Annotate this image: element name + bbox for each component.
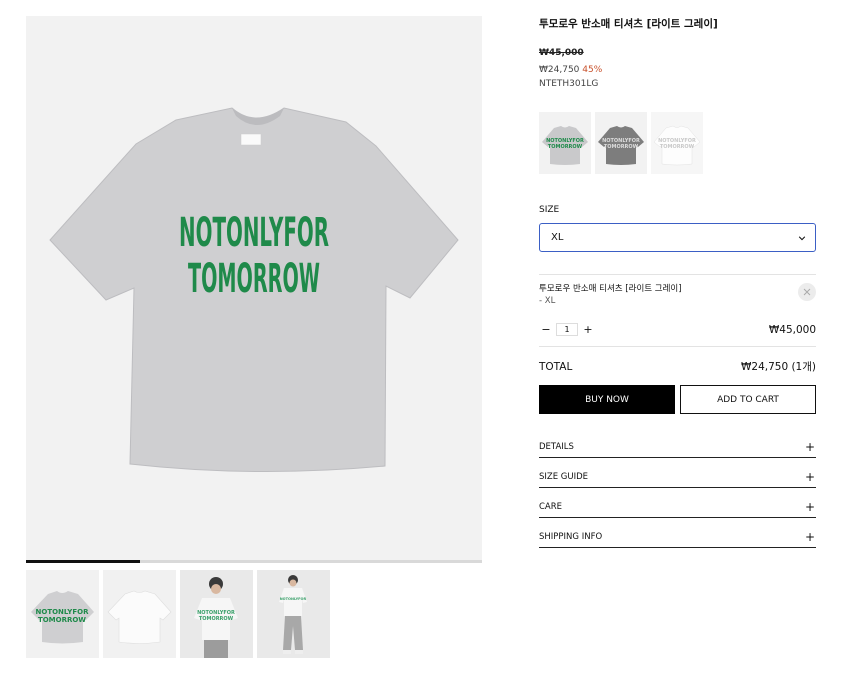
plus-icon: +: [804, 499, 815, 514]
tshirt-image: NOTONLYFOR TOMORROW: [26, 16, 482, 561]
quantity-input[interactable]: 1: [556, 323, 578, 336]
swatch-light-gray[interactable]: NOTONLYFOR TOMORROW: [539, 112, 591, 174]
size-label: SIZE: [539, 205, 560, 215]
product-sku: NTETH301LG: [539, 79, 599, 89]
divider: [539, 274, 816, 275]
total-section: TOTAL ₩24,750 (1개): [539, 346, 816, 374]
thumb-model-white[interactable]: NOTONLYFOR TOMORROW: [180, 570, 253, 658]
quantity-row: − 1 + ₩45,000: [539, 323, 816, 336]
buy-now-button[interactable]: BUY NOW: [539, 385, 675, 414]
accordion-label: CARE: [539, 501, 563, 512]
original-price: ₩45,000: [539, 48, 584, 58]
accordion-care[interactable]: CARE +: [539, 488, 816, 518]
increase-quantity-button[interactable]: +: [581, 323, 595, 336]
plus-icon: +: [804, 469, 815, 484]
total-value: ₩24,750 (1개): [741, 361, 816, 373]
svg-text:TOMORROW: TOMORROW: [660, 144, 695, 150]
svg-text:NOTONLYFOR: NOTONLYFOR: [36, 608, 90, 616]
info-accordion: DETAILS + SIZE GUIDE + CARE + SHIPPING I…: [539, 436, 816, 548]
sale-price: ₩24,750: [539, 65, 580, 75]
close-icon: [803, 288, 811, 296]
accordion-label: SIZE GUIDE: [539, 471, 589, 482]
selected-option-size: - XL: [539, 296, 556, 306]
thumb-back-white[interactable]: [103, 570, 176, 658]
print-line-1: NOTONLYFOR: [179, 210, 329, 256]
accordion-size-guide[interactable]: SIZE GUIDE +: [539, 458, 816, 488]
accordion-shipping-info[interactable]: SHIPPING INFO +: [539, 518, 816, 548]
main-product-image[interactable]: NOTONLYFOR TOMORROW: [26, 16, 482, 561]
plus-icon: +: [804, 529, 815, 544]
size-selected-value: XL: [551, 232, 564, 243]
selected-option-name: 투모로우 반소매 티셔츠 [라이트 그레이]: [539, 284, 682, 294]
line-price: ₩45,000: [768, 323, 816, 336]
gallery-progress-track: [26, 560, 482, 563]
svg-text:TOMORROW: TOMORROW: [199, 616, 234, 622]
swatch-white[interactable]: NOTONLYFOR TOMORROW: [651, 112, 703, 174]
total-label: TOTAL: [539, 360, 573, 373]
color-swatches: NOTONLYFOR TOMORROW NOTONLYFOR TOMORROW …: [539, 112, 816, 174]
gallery-progress-fill: [26, 560, 140, 563]
decrease-quantity-button[interactable]: −: [539, 323, 553, 336]
purchase-buttons: BUY NOW ADD TO CART: [539, 385, 816, 414]
svg-text:NOTONLYFOR: NOTONLYFOR: [280, 597, 307, 601]
chevron-down-icon: [798, 235, 806, 240]
accordion-label: SHIPPING INFO: [539, 531, 603, 542]
swatch-charcoal[interactable]: NOTONLYFOR TOMORROW: [595, 112, 647, 174]
total-row: TOTAL ₩24,750 (1개): [539, 347, 816, 374]
discount-rate: 45%: [582, 65, 603, 75]
svg-text:TOMORROW: TOMORROW: [548, 144, 583, 150]
product-title: 투모로우 반소매 티셔츠 [라이트 그레이]: [539, 18, 718, 30]
thumbnail-strip: NOTONLYFOR TOMORROW NOTONLYFOR TOMORROW …: [26, 570, 330, 658]
plus-icon: +: [804, 439, 815, 454]
svg-text:TOMORROW: TOMORROW: [604, 144, 639, 150]
print-line-2: TOMORROW: [188, 256, 320, 302]
size-select[interactable]: XL: [539, 223, 816, 252]
thumb-model-full[interactable]: NOTONLYFOR: [257, 570, 330, 658]
remove-option-button[interactable]: [798, 283, 816, 301]
svg-text:TOMORROW: TOMORROW: [38, 616, 86, 624]
product-info: 투모로우 반소매 티셔츠 [라이트 그레이] ₩45,000 ₩24,750 4…: [539, 16, 816, 548]
accordion-details[interactable]: DETAILS +: [539, 436, 816, 458]
accordion-label: DETAILS: [539, 441, 574, 452]
sale-price-row: ₩24,750 45%: [539, 63, 816, 77]
add-to-cart-button[interactable]: ADD TO CART: [680, 385, 816, 414]
selected-option: 투모로우 반소매 티셔츠 [라이트 그레이] - XL − 1 + ₩45,00…: [539, 274, 816, 336]
thumb-front-gray[interactable]: NOTONLYFOR TOMORROW: [26, 570, 99, 658]
quantity-stepper: − 1 +: [539, 323, 595, 336]
